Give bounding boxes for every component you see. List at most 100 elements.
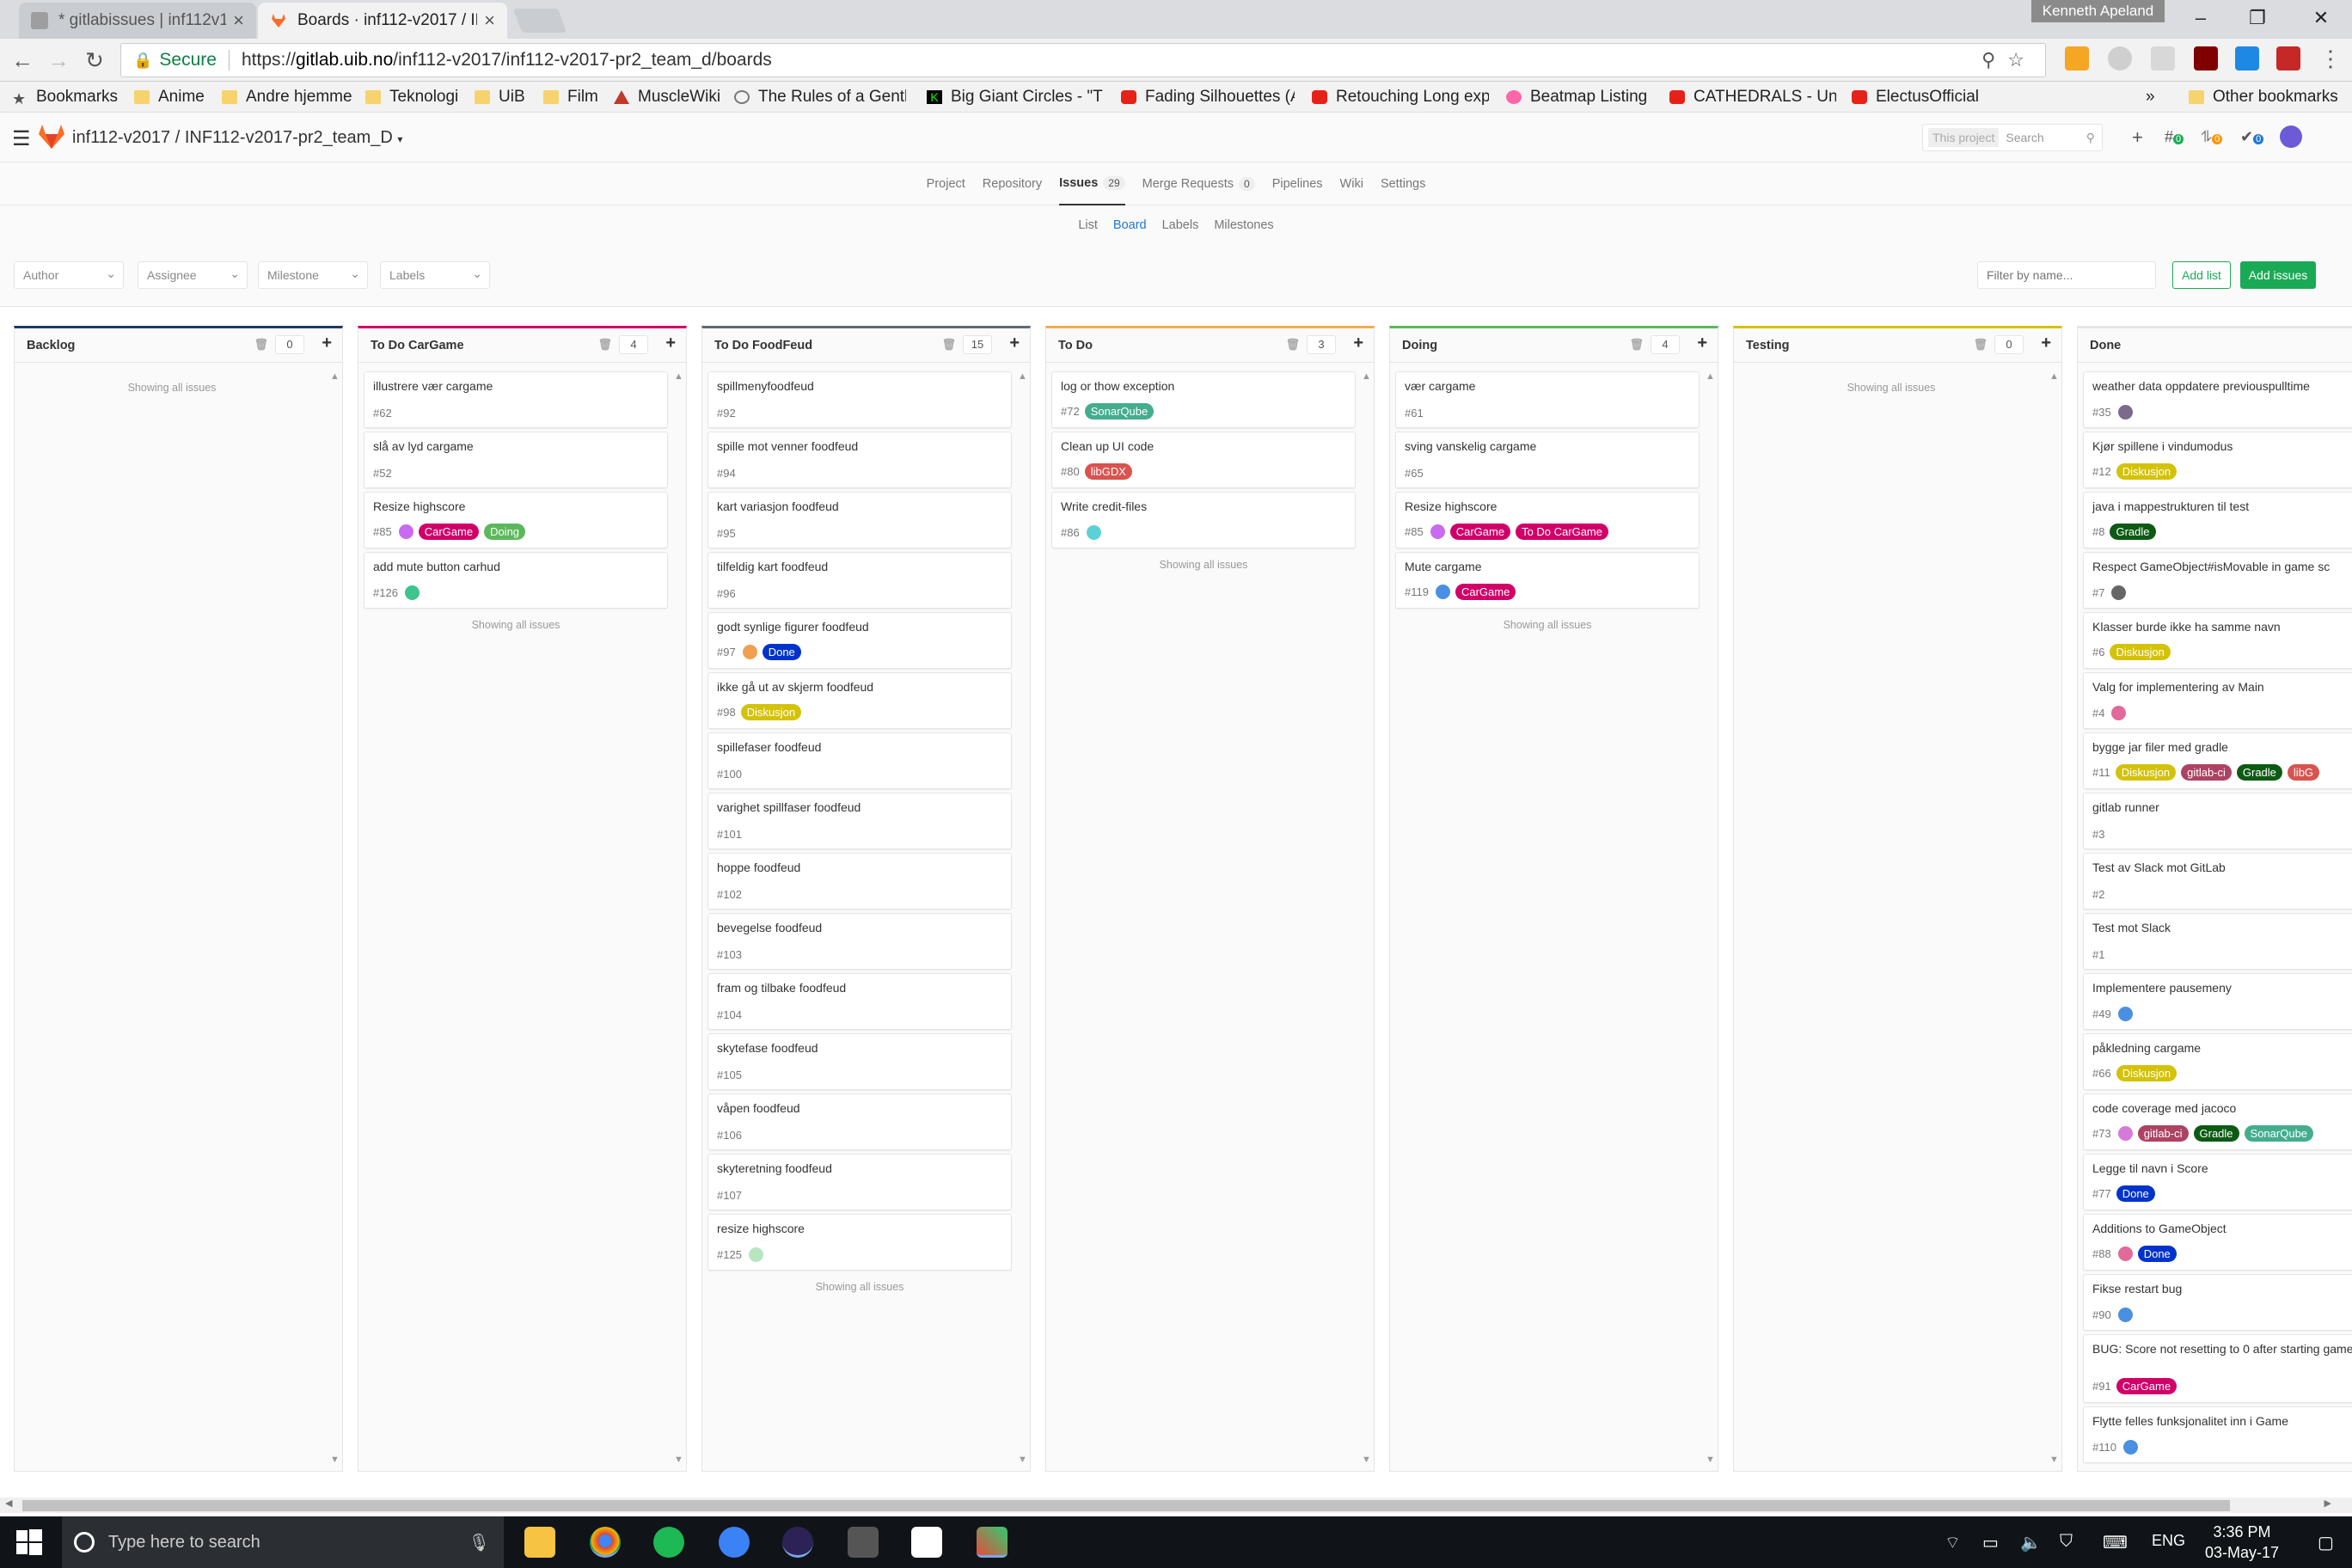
issue-title[interactable]: kart variasjon foodfeud: [717, 499, 1002, 514]
close-tab-icon[interactable]: ×: [233, 9, 244, 32]
assignee-dropdown[interactable]: Assignee ⌄: [138, 261, 248, 289]
issue-card[interactable]: log or thow exception #72 SonarQube: [1051, 371, 1356, 428]
issue-card[interactable]: Klasser burde ikke ha samme navn #6 Diskus…: [2083, 612, 2352, 669]
assignee-avatar[interactable]: [2117, 405, 2133, 420]
plus-icon[interactable]: +: [2132, 126, 2143, 149]
issue-title[interactable]: spillefaser foodfeud: [717, 740, 1002, 755]
issue-label[interactable]: Done: [2137, 1246, 2177, 1262]
issue-card[interactable]: illustrere vær cargame #62: [364, 371, 668, 428]
windows-start-icon[interactable]: [15, 1528, 43, 1556]
issue-card[interactable]: java i mappestrukturen til test #8 Gradle: [2083, 492, 2352, 548]
subnav-list[interactable]: List: [1078, 218, 1098, 232]
issue-title[interactable]: hoppe foodfeud: [717, 861, 1002, 875]
bookmark-item[interactable]: Beatmap Listing: [1506, 86, 1647, 108]
issue-title[interactable]: Write credit-files: [1061, 499, 1346, 514]
nav-pipelines[interactable]: Pipelines: [1272, 162, 1323, 205]
assignee-avatar[interactable]: [2111, 585, 2127, 600]
scroll-up-icon[interactable]: ▲: [674, 371, 683, 382]
issue-title[interactable]: Flytte felles funksjonalitet inn i Game: [2092, 1414, 2352, 1429]
hamburger-menu-icon[interactable]: ☰: [12, 126, 31, 151]
issue-card[interactable]: varighet spillfaser foodfeud #101: [707, 793, 1012, 849]
issue-card[interactable]: hoppe foodfeud #102: [707, 853, 1012, 910]
close-tab-icon[interactable]: ×: [484, 9, 495, 32]
new-tab-button[interactable]: [512, 9, 567, 33]
issue-label[interactable]: SonarQube: [2244, 1125, 2314, 1142]
issue-label[interactable]: SonarQube: [1084, 403, 1155, 420]
nav-merge-requests[interactable]: Merge Requests 0: [1142, 162, 1255, 205]
issue-card[interactable]: Respect GameObject#isMovable in game sc #…: [2083, 552, 2352, 609]
assignee-avatar[interactable]: [2117, 1126, 2133, 1141]
issue-title[interactable]: Clean up UI code: [1061, 439, 1346, 454]
bookmark-item[interactable]: ★ Bookmarks: [12, 86, 118, 108]
issue-card[interactable]: påkledning cargame #66 Diskusjon: [2083, 1033, 2352, 1090]
issue-title[interactable]: Resize highscore: [373, 499, 658, 514]
add-list-button[interactable]: Add list: [2172, 261, 2231, 289]
ublock-icon[interactable]: [2194, 46, 2218, 70]
issue-title[interactable]: tilfeldig kart foodfeud: [717, 560, 1002, 574]
issue-title[interactable]: skytefase foodfeud: [717, 1041, 1002, 1056]
bookmark-item[interactable]: Fading Silhouettes (A: [1121, 86, 1295, 108]
issue-card[interactable]: Clean up UI code #80 libGDX: [1051, 432, 1356, 488]
trash-icon[interactable]: 🗑: [597, 338, 612, 352]
horizontal-scrollbar[interactable]: ◀ ▶: [0, 1498, 2352, 1513]
filter-by-name-input[interactable]: [1977, 261, 2156, 289]
issue-card[interactable]: Flytte felles funksjonalitet inn i Game #…: [2083, 1406, 2352, 1463]
issue-card[interactable]: spillmenyfoodfeud #92: [707, 371, 1012, 428]
browser-tab-gitlabissues[interactable]: * gitlabissues | inf112v17 ×: [19, 3, 256, 39]
extension-icon[interactable]: [2276, 46, 2300, 70]
issue-label[interactable]: CarGame: [418, 524, 480, 540]
notifications-icon[interactable]: ▢: [2318, 1532, 2334, 1553]
new-issue-plus-icon[interactable]: +: [2041, 334, 2051, 353]
extension-icon[interactable]: [2235, 46, 2259, 70]
trash-icon[interactable]: 🗑: [941, 338, 956, 352]
issue-card[interactable]: Additions to GameObject #88 Done: [2083, 1214, 2352, 1271]
issue-card[interactable]: Resize highscore #85 CarGame To Do CarGame: [1395, 492, 1700, 548]
trash-icon[interactable]: 🗑: [254, 338, 268, 352]
scrollbar-thumb[interactable]: [22, 1500, 2230, 1511]
issue-title[interactable]: Klasser burde ikke ha samme navn: [2092, 620, 2352, 634]
assignee-avatar[interactable]: [2117, 1308, 2133, 1322]
app-icon[interactable]: [719, 1527, 750, 1558]
close-window-icon[interactable]: ✕: [2304, 5, 2338, 31]
app-icon[interactable]: [911, 1527, 942, 1558]
issue-title[interactable]: resize highscore: [717, 1222, 1002, 1236]
more-bookmarks-icon[interactable]: »: [2146, 86, 2155, 108]
browser-tab-boards[interactable]: Boards · inf112-v2017 / INF112-v2017-pr2…: [258, 3, 507, 39]
issue-label[interactable]: Gradle: [2110, 524, 2156, 540]
issue-card[interactable]: Legge til navn i Score #77 Done: [2083, 1154, 2352, 1210]
issue-title[interactable]: godt synlige figurer foodfeud: [717, 620, 1002, 634]
issue-title[interactable]: vær cargame: [1405, 379, 1690, 394]
issue-title[interactable]: Resize highscore: [1405, 499, 1690, 514]
issue-card[interactable]: vær cargame #61: [1395, 371, 1700, 428]
issue-card[interactable]: code coverage med jacoco #73 gitlab-ci Grad…: [2083, 1093, 2352, 1150]
issue-title[interactable]: Kjør spillene i vindumodus: [2092, 439, 2352, 454]
issue-title[interactable]: log or thow exception: [1061, 379, 1346, 394]
issue-label[interactable]: Done: [2116, 1185, 2155, 1202]
chrome-menu-icon[interactable]: ⋮: [2319, 46, 2342, 72]
new-issue-plus-icon[interactable]: +: [665, 334, 676, 353]
assignee-avatar[interactable]: [404, 585, 420, 600]
issue-title[interactable]: fram og tilbake foodfeud: [717, 981, 1002, 995]
nav-repository[interactable]: Repository: [983, 162, 1042, 205]
issue-card[interactable]: skytefase foodfeud #105: [707, 1033, 1012, 1090]
gitlab-logo-icon[interactable]: [38, 124, 65, 150]
issue-label[interactable]: libGDX: [1084, 463, 1132, 480]
assignee-avatar[interactable]: [1430, 524, 1445, 539]
bookmark-item[interactable]: CATHEDRALS - Unbo: [1669, 86, 1836, 108]
issue-title[interactable]: Test mot Slack: [2092, 921, 2352, 935]
assignee-avatar[interactable]: [2117, 1246, 2133, 1261]
issue-label[interactable]: Diskusjon: [2110, 644, 2171, 660]
list-scrollbar[interactable]: ▲ ▼: [2049, 371, 2060, 1465]
url-bar[interactable]: 🔒 Secure https://gitlab.uib.no/inf112-v2…: [120, 43, 2046, 77]
issue-label[interactable]: CarGame: [1449, 524, 1511, 540]
issue-card[interactable]: slå av lyd cargame #52: [364, 432, 668, 488]
todos-icon[interactable]: ✔ 0: [2240, 128, 2264, 146]
bookmark-folder[interactable]: UiB: [475, 86, 525, 108]
issue-title[interactable]: spillmenyfoodfeud: [717, 379, 1002, 394]
issue-title[interactable]: sving vanskelig cargame: [1405, 439, 1690, 454]
scroll-down-icon[interactable]: ▼: [330, 1455, 340, 1465]
issue-label[interactable]: CarGame: [2116, 1378, 2177, 1394]
issue-card[interactable]: Write credit-files #86: [1051, 492, 1356, 548]
extension-icon[interactable]: [2108, 46, 2132, 70]
keyboard-icon[interactable]: ⌨: [2103, 1532, 2128, 1553]
